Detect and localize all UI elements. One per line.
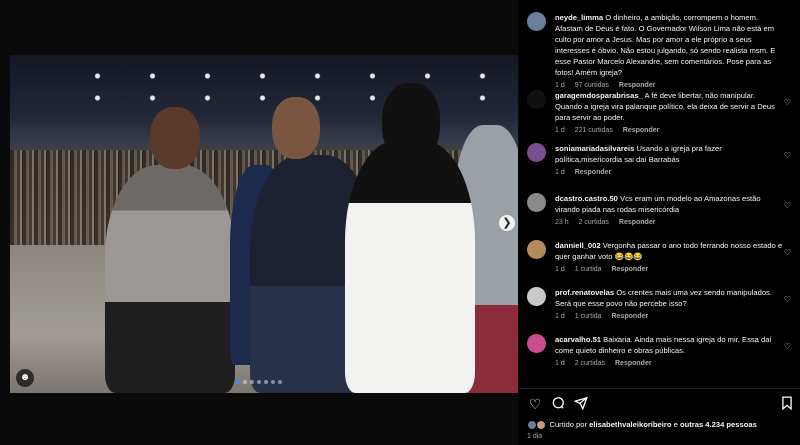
panel-divider [519, 388, 800, 389]
comment-body: dcastro.castro.50 Vcs eram um modelo ao … [555, 193, 783, 228]
liked-by-line: Curtido por elisabethvaleikoribeiro e ou… [527, 420, 795, 430]
comment-time[interactable]: 23 h [555, 219, 569, 226]
carousel-dot [250, 380, 254, 384]
photo-person-woman [345, 140, 475, 393]
comment-likes[interactable]: 1 curtida [575, 313, 602, 320]
comment-like-heart-icon[interactable]: ♡ [784, 151, 791, 160]
comment-meta: 1 d 221 curtidas Responder [555, 125, 783, 136]
liked-by-others[interactable]: outras 4.234 pessoas [680, 420, 757, 429]
reply-button[interactable]: Responder [619, 82, 656, 89]
comment-time[interactable]: 1 d [555, 360, 565, 367]
comment-time[interactable]: 1 d [555, 313, 565, 320]
reply-button[interactable]: Responder [619, 219, 656, 226]
liked-by-user[interactable]: elisabethvaleikoribeiro [589, 420, 671, 429]
comment-like-heart-icon[interactable]: ♡ [784, 248, 791, 257]
comment-text: O dinheiro, a ambição, corrompem o homem… [555, 13, 776, 77]
comment-time[interactable]: 1 d [555, 169, 565, 176]
comment-time[interactable]: 1 d [555, 82, 565, 89]
comment-body: acarvalho.51 Baixaria. Ainda mais nessa … [555, 334, 783, 369]
post-date[interactable]: 1 dia [527, 433, 542, 440]
share-icon[interactable] [573, 396, 589, 412]
avatar[interactable] [527, 143, 546, 162]
comment-username[interactable]: acarvalho.51 [555, 335, 601, 344]
comment-body: prof.renatovelas Os crentes mais uma vez… [555, 287, 783, 322]
comment-meta: 1 d Responder [555, 167, 783, 178]
comment-likes[interactable]: 2 curtidas [579, 219, 609, 226]
comment-time[interactable]: 1 d [555, 127, 565, 134]
avatar[interactable] [527, 90, 546, 109]
avatar[interactable] [527, 240, 546, 259]
comment-username[interactable]: prof.renatovelas [555, 288, 614, 297]
avatar[interactable] [527, 12, 546, 31]
carousel-dot [278, 380, 282, 384]
comment-username[interactable]: dcastro.castro.50 [555, 194, 618, 203]
photo-person-center-head [272, 97, 320, 159]
carousel-dot [264, 380, 268, 384]
comment-meta: 1 d 1 curtida Responder [555, 264, 783, 275]
comment-list: neyde_limma O dinheiro, a ambição, corro… [519, 0, 800, 388]
reply-button[interactable]: Responder [615, 360, 652, 367]
comment-likes[interactable]: 221 curtidas [575, 127, 613, 134]
reply-button[interactable]: Responder [623, 127, 660, 134]
comment-body: garagemdosparabrisas_ A fé deve libertar… [555, 90, 783, 136]
carousel-dots [236, 380, 282, 384]
liked-by-prefix: Curtido por [549, 420, 588, 429]
avatar [536, 420, 547, 430]
comment-username[interactable]: garagemdosparabrisas_ [555, 91, 643, 100]
heart-icon[interactable]: ♡ [527, 396, 543, 412]
comment-body: soniamariadasilvareis Usando a igreja pr… [555, 143, 783, 178]
comment-likes[interactable]: 97 curtidas [575, 82, 609, 89]
comment-like-heart-icon[interactable]: ♡ [784, 98, 791, 107]
avatar[interactable] [527, 334, 546, 353]
comment-meta: 23 h 2 curtidas Responder [555, 217, 783, 228]
comment-body: neyde_limma O dinheiro, a ambição, corro… [555, 12, 783, 91]
post-action-bar: ♡ [527, 396, 795, 414]
avatar[interactable] [527, 193, 546, 212]
comments-panel: neyde_limma O dinheiro, a ambição, corro… [519, 0, 800, 445]
carousel-dot [236, 380, 240, 384]
chevron-right-icon[interactable]: ❯ [499, 215, 515, 231]
comment-meta: 1 d 2 curtidas Responder [555, 358, 783, 369]
comment-like-heart-icon[interactable]: ♡ [784, 295, 791, 304]
comment-like-heart-icon[interactable]: ♡ [784, 342, 791, 351]
avatar[interactable] [527, 287, 546, 306]
comment-username[interactable]: danniell_002 [555, 241, 601, 250]
carousel-dot [257, 380, 261, 384]
photo-person-left-head [150, 107, 200, 169]
liked-by-connector: e [673, 420, 678, 429]
comment-icon[interactable] [550, 396, 566, 412]
comment-likes[interactable]: 2 curtidas [575, 360, 605, 367]
post-photo[interactable] [10, 55, 518, 393]
comment-like-heart-icon[interactable]: ♡ [784, 201, 791, 210]
photo-person-woman-head [382, 83, 440, 163]
comment-username[interactable]: soniamariadasilvareis [555, 144, 634, 153]
comment-username[interactable]: neyde_limma [555, 13, 603, 22]
comment-body: danniell_002 Vergonha passar o ano todo … [555, 240, 783, 275]
carousel-dot [271, 380, 275, 384]
comment-likes[interactable]: 1 curtida [575, 266, 602, 273]
comment-time[interactable]: 1 d [555, 266, 565, 273]
comment-meta: 1 d 1 curtida Responder [555, 311, 783, 322]
carousel-dot [243, 380, 247, 384]
reply-button[interactable]: Responder [612, 313, 649, 320]
post-media-area: ❯ ☻ [0, 0, 519, 445]
reply-button[interactable]: Responder [575, 169, 612, 176]
photo-person-left [105, 165, 235, 393]
reply-button[interactable]: Responder [612, 266, 649, 273]
user-tag-icon[interactable]: ☻ [16, 369, 34, 387]
bookmark-icon[interactable] [779, 396, 795, 412]
